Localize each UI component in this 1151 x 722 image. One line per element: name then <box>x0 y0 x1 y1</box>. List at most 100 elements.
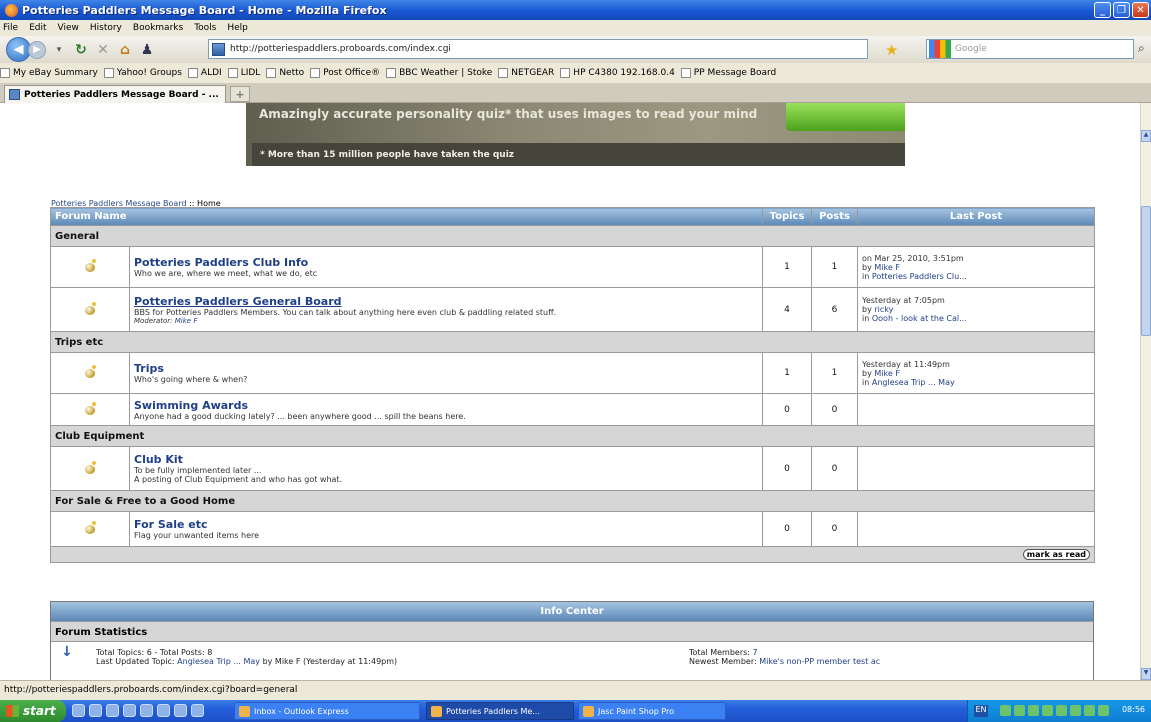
menu-tools[interactable]: Tools <box>194 23 216 33</box>
quick-launch-icon[interactable] <box>72 704 85 717</box>
last-post <box>857 446 1096 491</box>
menu-edit[interactable]: Edit <box>29 23 46 33</box>
bookmark-icon <box>187 68 198 78</box>
addon-icon[interactable]: ♟ <box>136 40 158 60</box>
bookmark-item[interactable]: Yahoo! Groups <box>103 68 182 78</box>
forum-link[interactable]: Club Kit <box>134 453 758 466</box>
window-title: Potteries Paddlers Message Board - Home … <box>22 3 387 17</box>
scroll-down-icon[interactable]: ▼ <box>1141 668 1151 680</box>
menu-bookmarks[interactable]: Bookmarks <box>133 23 183 33</box>
bookmark-item[interactable]: NETGEAR <box>498 68 554 78</box>
url-bar[interactable]: http://potteriespaddlers.proboards.com/i… <box>208 39 868 59</box>
forum-link[interactable]: Trips <box>134 362 758 375</box>
scroll-up-icon[interactable]: ▲ <box>1141 130 1151 142</box>
google-icon[interactable] <box>929 40 951 58</box>
search-box[interactable]: Google <box>926 39 1134 59</box>
bookmark-item[interactable]: My eBay Summary <box>0 68 98 78</box>
posts-count: 0 <box>811 446 859 491</box>
last-post-topic-link[interactable]: Potteries Paddlers Clu... <box>872 272 967 281</box>
quick-launch-icon[interactable] <box>191 704 204 717</box>
search-icon[interactable]: ⌕ <box>1138 41 1145 56</box>
firefox-window: Potteries Paddlers Message Board - Home … <box>0 0 1151 722</box>
home-icon[interactable]: ⌂ <box>114 40 136 60</box>
topics-count: 4 <box>762 287 813 332</box>
maximize-button[interactable]: ❐ <box>1113 2 1130 18</box>
bookmark-item[interactable]: BBC Weather | Stoke <box>386 68 492 78</box>
title-bar[interactable]: Potteries Paddlers Message Board - Home … <box>0 0 1151 20</box>
menu-help[interactable]: Help <box>227 23 248 33</box>
category-row: For Sale & Free to a Good Home <box>49 490 1096 512</box>
forum-link[interactable]: For Sale etc <box>134 518 758 531</box>
mark-as-read-button[interactable]: mark as read <box>1022 549 1091 560</box>
taskbar-outlook-express[interactable]: Inbox - Outlook Express <box>234 702 420 720</box>
last-post-topic-link[interactable]: Anglesea Trip ... May <box>872 378 955 387</box>
vertical-scrollbar[interactable]: ▲ ▼ <box>1140 103 1151 680</box>
ad-button[interactable] <box>786 103 905 131</box>
bookmark-item[interactable]: Netto <box>266 68 304 78</box>
tab-potteries-paddlers[interactable]: Potteries Paddlers Message Board - ... <box>4 85 226 103</box>
forum-status-icon <box>85 301 96 315</box>
reload-icon[interactable]: ↻ <box>70 40 92 60</box>
moderator-line: Moderator: Mike F <box>134 316 198 325</box>
tray-icon[interactable] <box>1014 705 1025 716</box>
system-tray: EN 08:56 <box>967 700 1151 722</box>
tray-icon[interactable] <box>1028 705 1039 716</box>
advertisement-banner[interactable]: Amazingly accurate personality quiz* tha… <box>246 103 905 166</box>
stats-icon: ↓ <box>61 644 73 660</box>
new-tab-button[interactable]: + <box>230 86 250 102</box>
close-button[interactable]: ✕ <box>1132 2 1149 18</box>
tray-icon[interactable] <box>1098 705 1109 716</box>
total-members-link[interactable]: 7 <box>753 648 758 657</box>
posts-count: 1 <box>811 246 859 288</box>
bookmark-item[interactable]: ALDI <box>187 68 222 78</box>
tray-icons <box>1000 705 1112 716</box>
tray-icon[interactable] <box>1056 705 1067 716</box>
forum-status-icon <box>85 259 96 272</box>
minimize-button[interactable]: _ <box>1094 2 1111 18</box>
forum-table: Forum Name Topics Posts Last Post Genera… <box>49 207 1096 563</box>
quick-launch-icon[interactable] <box>140 704 153 717</box>
bookmark-item[interactable]: Post Office® <box>310 68 380 78</box>
bookmark-item[interactable]: PP Message Board <box>680 68 776 78</box>
forum-description: Flag your unwanted items here <box>134 531 260 540</box>
language-indicator[interactable]: EN <box>974 705 988 717</box>
last-post-author-link[interactable]: Mike F <box>874 263 900 272</box>
menu-history[interactable]: History <box>90 23 122 33</box>
taskbar-paint-shop-pro[interactable]: Jasc Paint Shop Pro <box>578 702 726 720</box>
last-post: Yesterday at 7:05pm by ricky in Oooh - l… <box>857 287 1096 332</box>
last-post-author-link[interactable]: ricky <box>874 305 893 314</box>
quick-launch-icon[interactable] <box>157 704 170 717</box>
forum-link[interactable]: Potteries Paddlers General Board <box>134 295 758 308</box>
bookmark-item[interactable]: HP C4380 192.168.0.4 <box>560 68 675 78</box>
menu-view[interactable]: View <box>58 23 79 33</box>
quick-launch-icon[interactable] <box>123 704 136 717</box>
last-post <box>857 511 1096 547</box>
tab-strip: Potteries Paddlers Message Board - ... + <box>0 83 1151 103</box>
tray-icon[interactable] <box>1000 705 1011 716</box>
tray-icon[interactable] <box>1084 705 1095 716</box>
quick-launch-icon[interactable] <box>89 704 102 717</box>
navigation-toolbar: ◀ ▶ ▾ ↻ ✕ ⌂ ♟ http://potteriespaddlers.p… <box>0 36 1151 63</box>
tray-icon[interactable] <box>1042 705 1053 716</box>
history-dropdown-icon[interactable]: ▾ <box>48 40 70 60</box>
quick-launch-icon[interactable] <box>106 704 119 717</box>
bookmark-icon <box>560 68 571 78</box>
forum-link[interactable]: Swimming Awards <box>134 399 758 412</box>
moderator-link[interactable]: Mike F <box>175 317 198 325</box>
last-updated-topic-link[interactable]: Anglesea Trip ... May <box>177 657 260 666</box>
newest-member-link[interactable]: Mike's non-PP member test ac <box>759 657 880 666</box>
start-button[interactable]: start <box>0 700 66 722</box>
forum-link[interactable]: Potteries Paddlers Club Info <box>134 256 758 269</box>
forward-button[interactable]: ▶ <box>28 40 46 59</box>
tray-icon[interactable] <box>1070 705 1081 716</box>
bookmark-star-icon[interactable]: ★ <box>885 41 898 59</box>
last-post-author-link[interactable]: Mike F <box>874 369 900 378</box>
stop-icon[interactable]: ✕ <box>92 40 114 60</box>
scroll-thumb[interactable] <box>1141 206 1151 336</box>
menu-file[interactable]: File <box>3 23 18 33</box>
url-text: http://potteriespaddlers.proboards.com/i… <box>230 44 451 54</box>
last-post-topic-link[interactable]: Oooh - look at the Cal... <box>872 314 967 323</box>
bookmark-item[interactable]: LIDL <box>227 68 260 78</box>
taskbar-firefox[interactable]: Potteries Paddlers Me... <box>426 702 574 720</box>
quick-launch-icon[interactable] <box>174 704 187 717</box>
